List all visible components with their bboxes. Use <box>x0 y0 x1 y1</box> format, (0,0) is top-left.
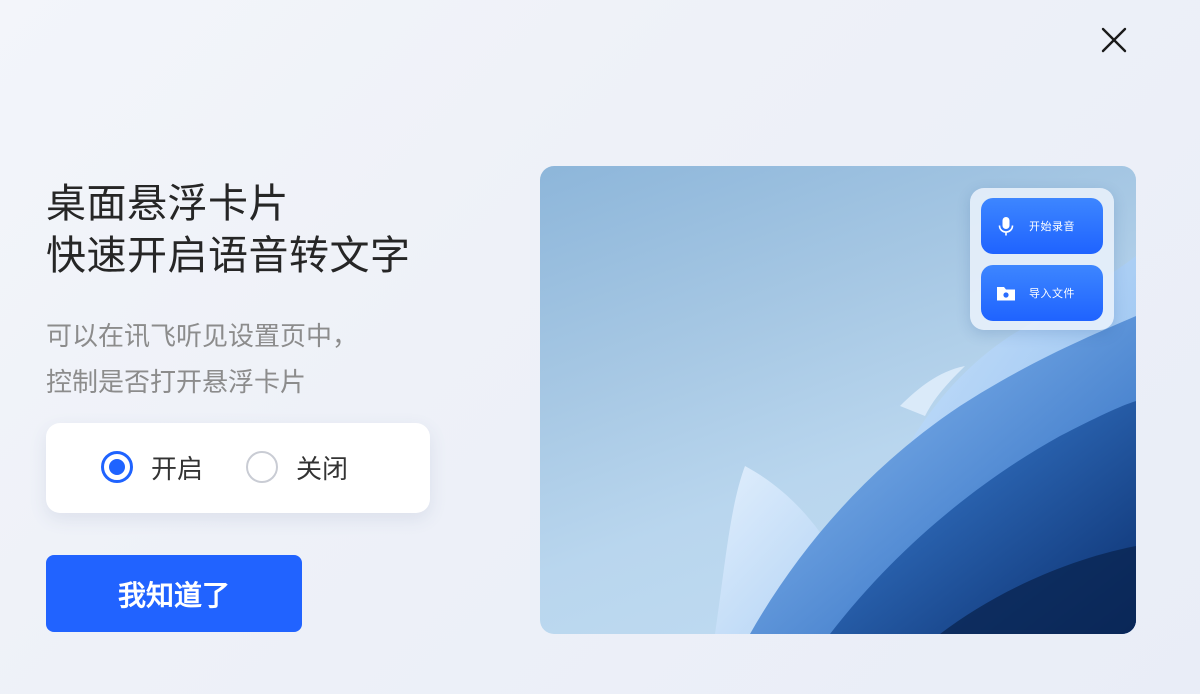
description-line-1: 可以在讯飞听见设置页中， <box>46 322 359 352</box>
floating-card-toggle: 开启 关闭 <box>46 423 430 513</box>
radio-label-on: 开启 <box>151 454 204 485</box>
radio-unchecked-icon[interactable] <box>246 451 278 483</box>
radio-option-on[interactable]: 开启 <box>101 449 203 485</box>
title-line-2: 快速开启语音转文字 <box>46 233 411 279</box>
close-icon <box>1101 27 1127 53</box>
preview-image: 开始录音 导入文件 <box>540 166 1136 634</box>
floating-card-preview: 开始录音 导入文件 <box>970 188 1114 330</box>
title-line-1: 桌面悬浮卡片 <box>46 181 289 227</box>
start-recording-button: 开始录音 <box>981 198 1103 254</box>
folder-icon <box>995 282 1017 304</box>
confirm-button[interactable]: 我知道了 <box>46 555 302 632</box>
dialog-description: 可以在讯飞听见设置页中， 控制是否打开悬浮卡片 <box>46 314 358 406</box>
import-file-button: 导入文件 <box>981 265 1103 321</box>
close-button[interactable] <box>1096 22 1132 58</box>
microphone-icon <box>995 215 1017 237</box>
radio-option-off[interactable]: 关闭 <box>246 449 348 485</box>
dialog-title: 桌面悬浮卡片 快速开启语音转文字 <box>46 178 411 282</box>
radio-checked-icon[interactable] <box>101 451 133 483</box>
import-file-label: 导入文件 <box>1029 287 1075 300</box>
radio-label-off: 关闭 <box>296 454 349 485</box>
description-line-2: 控制是否打开悬浮卡片 <box>46 368 307 398</box>
start-recording-label: 开始录音 <box>1029 220 1075 233</box>
